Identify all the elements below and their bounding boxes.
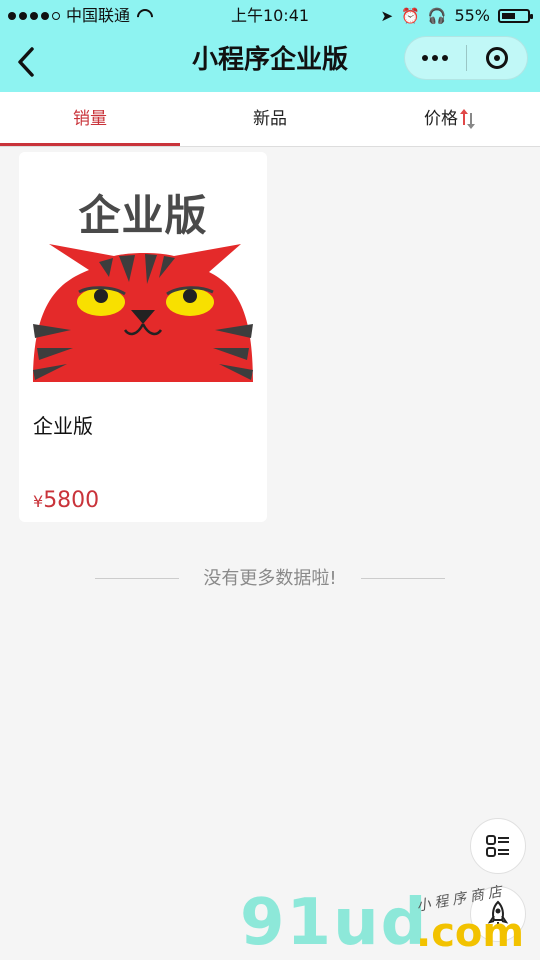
watermark-main: 91ud — [240, 886, 429, 960]
currency-symbol: ¥ — [33, 492, 44, 511]
sort-arrows-icon — [460, 109, 476, 129]
active-tab-indicator — [0, 143, 180, 146]
tab-sales-label: 销量 — [73, 109, 107, 129]
menu-capsule — [404, 36, 528, 80]
more-button[interactable] — [405, 36, 466, 80]
tab-price[interactable]: 价格 — [360, 92, 540, 146]
list-grid-icon — [486, 835, 509, 857]
navigation-bar: 小程序企业版 — [0, 32, 540, 92]
product-image: 企业版 — [19, 152, 267, 392]
tab-new-label: 新品 — [253, 109, 287, 129]
end-of-list-notice: 没有更多数据啦! — [0, 564, 540, 594]
watermark: 91ud 小程序商店 .com — [240, 883, 540, 960]
watermark-suffix: .com — [416, 910, 525, 956]
price-value: 5800 — [43, 488, 100, 513]
divider-right — [361, 578, 445, 579]
battery-icon — [498, 9, 533, 23]
location-arrow-icon: ➤ — [380, 7, 394, 25]
close-miniprogram-button[interactable] — [466, 36, 527, 80]
tiger-logo-icon — [33, 244, 253, 382]
more-dots-icon — [422, 55, 429, 61]
alarm-icon: ⏰ — [401, 7, 420, 25]
target-circle-icon — [485, 47, 508, 69]
product-price: ¥5800 — [33, 488, 99, 513]
battery-percent: 55% — [454, 6, 490, 25]
sort-tabs: 销量 新品 价格 — [0, 92, 540, 147]
headphones-icon: 🎧 — [427, 7, 447, 25]
status-bar: 中国联通 上午10:41 ➤ ⏰ 🎧 55% — [0, 0, 540, 32]
product-name: 企业版 — [33, 414, 93, 438]
battery-fill — [502, 13, 515, 19]
status-right: ➤ ⏰ 🎧 55% — [380, 0, 533, 32]
tab-sales[interactable]: 销量 — [0, 92, 180, 146]
tab-new[interactable]: 新品 — [180, 92, 360, 146]
list-view-button[interactable] — [470, 818, 526, 874]
no-more-text: 没有更多数据啦! — [203, 568, 337, 589]
tab-price-label: 价格 — [424, 109, 458, 129]
product-card[interactable]: 企业版 企业版 ¥5800 — [19, 152, 267, 522]
